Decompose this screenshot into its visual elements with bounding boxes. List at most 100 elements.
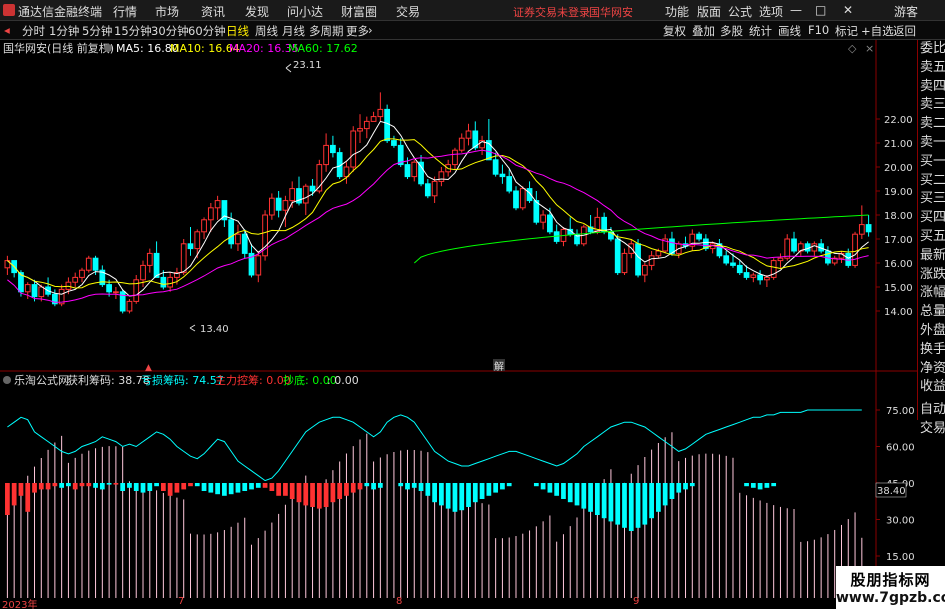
panel-item[interactable]: 卖三 [918,96,945,115]
panel-item[interactable]: 买五 [918,228,945,247]
y-tick-label: 75.00 [886,406,915,417]
panel-item[interactable]: 卖五 [918,59,945,78]
ma-toggle-icon[interactable] [104,44,112,52]
minimize-icon[interactable]: — [790,3,802,17]
chip-bar [479,483,485,499]
tab-multi-period[interactable]: 多周期 [309,23,344,39]
menu-ask[interactable]: 问小达 [287,3,323,20]
btn-draw[interactable]: 画线 [778,23,801,39]
candlestick-chart[interactable]: 国华网安(日线 前复权) MA5: 16.80 MA10: 16.64 MA20… [0,40,917,372]
event-marker-icon[interactable]: ▲ [145,363,152,372]
chip-bar [167,483,173,496]
candle-body [764,276,770,281]
btn-add-favorite[interactable]: +自选 [861,23,894,39]
tab-monthly[interactable]: 月线 [282,23,305,39]
candle-body [370,116,377,122]
panel-item[interactable]: 买一 [918,153,945,172]
menu-discover[interactable]: 发现 [245,3,269,20]
indicator-toggle-icon[interactable] [3,376,11,384]
y-tick-label: 20.00 [884,163,913,174]
btn-multi-stock[interactable]: 多股 [720,23,743,39]
chip-bar [72,483,78,490]
panel-item[interactable]: 买四 [918,209,945,228]
panel-item[interactable]: 涨幅 [918,284,945,303]
more-chevron-icon[interactable]: › [368,23,373,37]
menu-options[interactable]: 选项 [759,3,783,20]
menu-layout[interactable]: 版面 [697,3,721,20]
menu-market[interactable]: 行情 [113,3,137,20]
panel-item[interactable]: 涨跌 [918,266,945,285]
panel-item[interactable]: 买三 [918,190,945,209]
btn-stats[interactable]: 统计 [749,23,772,39]
trade-button[interactable]: 交易 [918,420,945,439]
panel-item[interactable]: 外盘 [918,322,945,341]
candle-body [648,255,655,266]
chip-bar [235,483,241,493]
y-tick-label: 22.00 [884,115,913,126]
btn-overlay[interactable]: 叠加 [692,23,715,39]
panel-item[interactable]: 卖二 [918,115,945,134]
stock-header: 国华网安(日线 前复权) [3,41,114,55]
indicator-chart[interactable]: 乐淘公式网 获利筹码: 38.78 亏损筹码: 74.57 主力控筹: 0.00… [0,372,917,600]
menu-trade[interactable]: 交易 [396,3,420,20]
candle-body [235,233,241,245]
tab-30min[interactable]: 30分钟 [151,23,189,39]
collapse-icon[interactable]: ◇ [848,42,857,55]
tab-60min[interactable]: 60分钟 [188,23,226,39]
candle-body [743,272,750,278]
candle-body [214,200,221,209]
candle-body [146,252,153,266]
auto-trade-button[interactable]: 自动 [918,401,945,420]
menu-function[interactable]: 功能 [665,3,689,20]
panel-item[interactable]: 换手 [918,341,945,360]
chip-bar [649,483,654,519]
candle-body [431,180,438,197]
close-icon[interactable]: ✕ [843,3,853,17]
tab-5min[interactable]: 5分钟 [82,23,112,39]
panel-item[interactable]: 卖一 [918,134,945,153]
candle-body [506,176,513,192]
date-label: 9 [633,596,640,607]
candle-body [811,243,818,252]
candle-body [540,214,546,223]
candle-body [438,171,445,182]
panel-item[interactable]: 总量 [918,303,945,322]
maximize-icon[interactable]: □ [815,3,826,17]
btn-mark[interactable]: 标记 [835,23,858,39]
tab-daily[interactable]: 日线 [226,23,249,39]
btn-back[interactable]: 返回 [893,23,916,39]
menu-exchange[interactable]: 市场 [155,3,179,20]
menu-formula[interactable]: 公式 [728,3,752,20]
panel-item[interactable]: 最新 [918,247,945,266]
btn-f10[interactable]: F10 [808,23,829,37]
tab-weekly[interactable]: 周线 [255,23,278,39]
chip-bar [500,483,505,490]
tab-1min[interactable]: 1分钟 [49,23,79,39]
panel-item[interactable]: 委比 [918,40,945,59]
candle-body [655,250,662,257]
menu-wealth[interactable]: 财富圈 [341,3,377,20]
unlock-marker[interactable]: 解 [494,360,504,372]
chip-bar [405,483,410,490]
chip-bar [242,483,248,491]
panel-item[interactable]: 卖四 [918,78,945,97]
chip-bar [106,483,112,485]
btn-adjust[interactable]: 复权 [663,23,686,39]
tab-more[interactable]: 更多 [346,23,369,39]
tab-15min[interactable]: 15分钟 [114,23,152,39]
chip-bar [574,483,580,506]
guest-label[interactable]: 游客 [894,3,918,20]
candle-body [268,197,275,216]
menu-news[interactable]: 资讯 [201,3,225,20]
close-pane-icon[interactable]: × [865,42,874,55]
candle-body [621,252,628,274]
left-arrow-icon[interactable]: ◂ [4,23,10,37]
candle-body [31,284,38,298]
panel-item[interactable]: 买二 [918,172,945,191]
login-status[interactable]: 证券交易未登录 [513,4,590,20]
panel-item[interactable]: 净资 [918,360,945,379]
panel-item[interactable]: 收益 [918,378,945,397]
tab-timeshare[interactable]: 分时 [22,23,45,39]
chip-bar [411,483,417,488]
chip-bar [316,483,322,509]
